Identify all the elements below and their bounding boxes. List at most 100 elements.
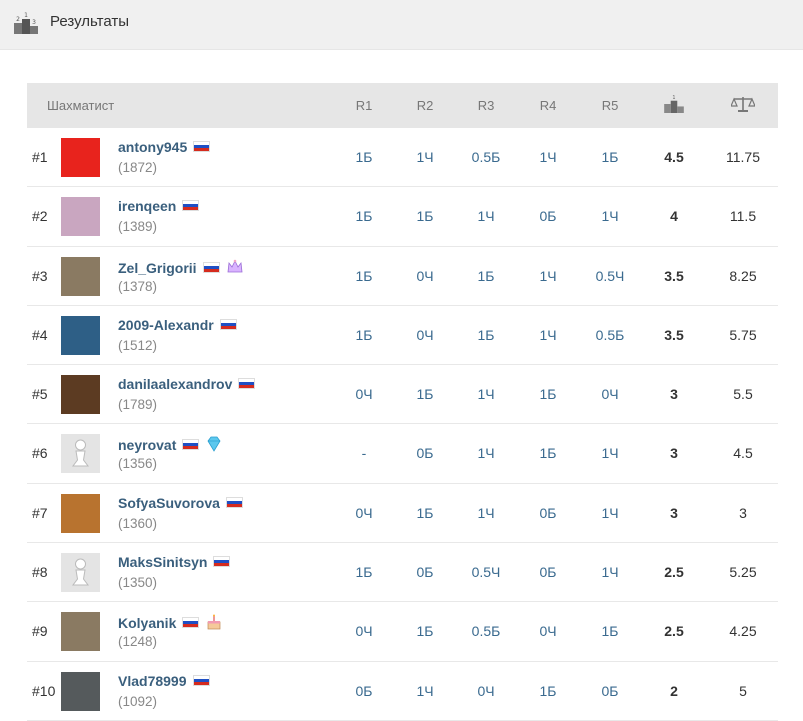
player-link[interactable]: SofyaSuvorova <box>118 495 243 511</box>
round-result-r5[interactable]: 0.5Ч <box>580 247 640 306</box>
column-r4[interactable]: R4 <box>518 83 578 128</box>
player-name[interactable]: Vlad78999 <box>118 673 187 689</box>
round-result-r3[interactable]: 1Ч <box>456 365 516 424</box>
round-result-r3[interactable]: 0.5Ч <box>456 543 516 602</box>
round-result-r5[interactable]: 0Б <box>580 662 640 721</box>
avatar[interactable] <box>61 256 100 296</box>
avatar[interactable] <box>61 315 100 355</box>
rank: #5 <box>32 386 48 403</box>
avatar[interactable] <box>61 138 100 177</box>
points: 2.5 <box>664 623 684 640</box>
results-table: Шахматист R1 R2 R3 R4 R5 1 #1 antony945 … <box>27 83 778 721</box>
round-result-r1[interactable]: 0Ч <box>334 602 394 661</box>
round-result-r4[interactable]: 0Б <box>518 543 578 602</box>
svg-text:1: 1 <box>672 95 675 101</box>
round-result-r2[interactable]: 1Б <box>395 602 455 661</box>
round-result-r1[interactable]: 1Б <box>334 187 394 246</box>
player-rating: (1389) <box>118 219 158 235</box>
player-name[interactable]: Zel_Grigorii <box>118 260 197 276</box>
rank: #10 <box>32 682 56 699</box>
round-result-r5[interactable]: 0.5Б <box>580 306 640 365</box>
column-points[interactable]: 1 <box>644 83 704 128</box>
round-result-r3[interactable]: 0.5Б <box>456 602 516 661</box>
player-link[interactable]: neyrovat <box>118 435 223 453</box>
player-link[interactable]: irenqeen <box>118 198 200 214</box>
round-result-r5[interactable]: 1Б <box>580 128 640 187</box>
round-result-r4[interactable]: 1Б <box>518 365 578 424</box>
round-result-r3[interactable]: 1Ч <box>456 187 516 246</box>
player-link[interactable]: Zel_Grigorii <box>118 258 244 276</box>
player-rating: (1378) <box>118 278 158 294</box>
round-result-r4[interactable]: 1Б <box>518 662 578 721</box>
round-result-r2[interactable]: 0Б <box>395 543 455 602</box>
round-result-r2[interactable]: 1Ч <box>395 128 455 187</box>
round-result-r5[interactable]: 1Ч <box>580 484 640 543</box>
player-link[interactable]: MaksSinitsyn <box>118 554 231 570</box>
svg-text:1: 1 <box>24 12 28 19</box>
round-result-r1[interactable]: 1Б <box>334 128 394 187</box>
round-result-r4[interactable]: 0Ч <box>518 602 578 661</box>
player-name[interactable]: MaksSinitsyn <box>118 554 207 570</box>
round-result-r1[interactable]: - <box>334 424 394 483</box>
avatar[interactable] <box>61 434 100 474</box>
player-link[interactable]: Vlad78999 <box>118 673 210 689</box>
points: 4.5 <box>664 149 684 165</box>
round-result-r1[interactable]: 1Б <box>334 247 394 306</box>
round-result-r5[interactable]: 1Ч <box>580 187 640 246</box>
avatar[interactable] <box>61 493 100 533</box>
round-result-r3[interactable]: 1Ч <box>456 424 516 483</box>
round-result-r4[interactable]: 0Б <box>518 187 578 246</box>
round-result-r1[interactable]: 0Ч <box>334 484 394 543</box>
round-result-r1[interactable]: 0Ч <box>334 365 394 424</box>
avatar[interactable] <box>61 553 100 593</box>
round-result-r2[interactable]: 1Ч <box>395 662 455 721</box>
column-r1[interactable]: R1 <box>334 83 394 128</box>
round-result-r4[interactable]: 0Б <box>518 484 578 543</box>
round-result-r2[interactable]: 1Б <box>395 187 455 246</box>
round-result-r1[interactable]: 0Б <box>334 662 394 721</box>
round-result-r5[interactable]: 1Ч <box>580 424 640 483</box>
round-result-r2[interactable]: 1Б <box>395 484 455 543</box>
player-name[interactable]: antony945 <box>118 139 187 155</box>
round-result-r2[interactable]: 0Ч <box>395 247 455 306</box>
round-result-r2[interactable]: 0Б <box>395 424 455 483</box>
round-result-r5[interactable]: 0Ч <box>580 365 640 424</box>
player-link[interactable]: 2009-Alexandr <box>118 317 237 333</box>
tiebreak: 5.25 <box>729 564 757 581</box>
round-result-r3[interactable]: 1Б <box>456 247 516 306</box>
round-result-r3[interactable]: 0Ч <box>456 662 516 721</box>
player-link[interactable]: antony945 <box>118 139 211 155</box>
column-r3[interactable]: R3 <box>456 83 516 128</box>
player-name[interactable]: neyrovat <box>118 437 176 453</box>
round-result-r3[interactable]: 0.5Б <box>456 128 516 187</box>
round-result-r4[interactable]: 1Ч <box>518 247 578 306</box>
round-result-r2[interactable]: 0Ч <box>395 306 455 365</box>
avatar[interactable] <box>61 375 100 415</box>
player-name[interactable]: irenqeen <box>118 198 176 214</box>
column-r2[interactable]: R2 <box>395 83 455 128</box>
table-header: Шахматист R1 R2 R3 R4 R5 1 <box>27 83 778 128</box>
column-player[interactable]: Шахматист <box>47 83 114 128</box>
round-result-r3[interactable]: 1Ч <box>456 484 516 543</box>
round-result-r4[interactable]: 1Б <box>518 424 578 483</box>
column-tiebreak[interactable] <box>713 83 773 128</box>
round-result-r4[interactable]: 1Ч <box>518 128 578 187</box>
player-link[interactable]: Kolyanik <box>118 613 223 631</box>
column-r5[interactable]: R5 <box>580 83 640 128</box>
player-name[interactable]: Kolyanik <box>118 615 176 631</box>
player-name[interactable]: danilaalexandrov <box>118 376 232 392</box>
player-rating: (1356) <box>118 456 158 472</box>
player-name[interactable]: SofyaSuvorova <box>118 495 220 511</box>
round-result-r5[interactable]: 1Ч <box>580 543 640 602</box>
avatar[interactable] <box>61 671 100 711</box>
round-result-r1[interactable]: 1Б <box>334 306 394 365</box>
avatar[interactable] <box>61 197 100 237</box>
player-link[interactable]: danilaalexandrov <box>118 376 256 392</box>
player-name[interactable]: 2009-Alexandr <box>118 317 214 333</box>
round-result-r1[interactable]: 1Б <box>334 543 394 602</box>
round-result-r5[interactable]: 1Б <box>580 602 640 661</box>
avatar[interactable] <box>61 612 100 652</box>
round-result-r3[interactable]: 1Б <box>456 306 516 365</box>
round-result-r4[interactable]: 1Ч <box>518 306 578 365</box>
round-result-r2[interactable]: 1Б <box>395 365 455 424</box>
